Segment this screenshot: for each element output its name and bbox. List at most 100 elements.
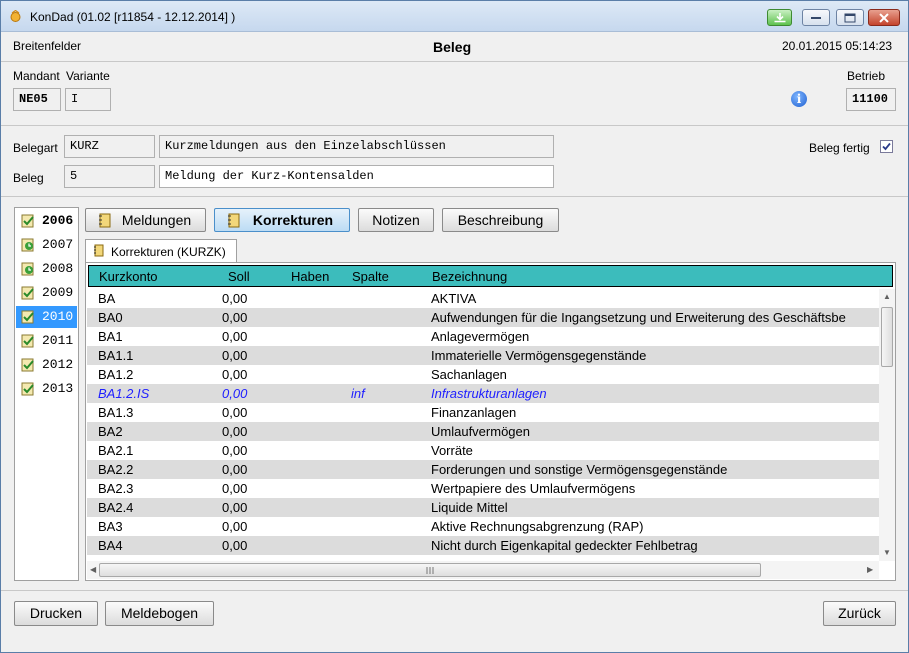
- tray-button[interactable]: [767, 9, 792, 26]
- betrieb-field: 11100: [846, 88, 896, 111]
- divider: [1, 61, 908, 62]
- table-row[interactable]: BA2 0,00 Umlaufvermögen: [87, 422, 879, 441]
- cell-bezeichnung: Vorräte: [431, 443, 473, 458]
- table-row[interactable]: BA2.4 0,00 Liquide Mittel: [87, 498, 879, 517]
- cell-bezeichnung: Finanzanlagen: [431, 405, 517, 420]
- table-header: Kurzkonto Soll Haben Spalte Bezeichnung: [88, 265, 893, 287]
- maximize-button[interactable]: [836, 9, 864, 26]
- tab-notizen[interactable]: Notizen: [358, 208, 434, 232]
- year-label: 2006: [42, 213, 74, 228]
- cell-bezeichnung: Sachanlagen: [431, 367, 507, 382]
- cell-soll: 0,00: [222, 443, 248, 458]
- tab-korrekturen[interactable]: Korrekturen: [214, 208, 350, 232]
- table-row[interactable]: BA1.3 0,00 Finanzanlagen: [87, 403, 879, 422]
- table-row[interactable]: BA0 0,00 Aufwendungen für die Ingangsetz…: [87, 308, 879, 327]
- col-bezeichnung[interactable]: Bezeichnung: [432, 269, 507, 284]
- table-row[interactable]: BA 0,00 AKTIVA: [87, 289, 879, 308]
- scroll-right-icon[interactable]: ▶: [867, 565, 873, 574]
- table-row[interactable]: BA2.1 0,00 Vorräte: [87, 441, 879, 460]
- cell-bezeichnung: Anlagevermögen: [431, 329, 530, 344]
- table-row[interactable]: BA1 0,00 Anlagevermögen: [87, 327, 879, 346]
- col-haben[interactable]: Haben: [291, 269, 329, 284]
- cell-soll: 0,00: [222, 481, 248, 496]
- info-icon[interactable]: i: [791, 91, 807, 107]
- cell-bezeichnung: Liquide Mittel: [431, 500, 508, 515]
- cell-soll: 0,00: [222, 405, 248, 420]
- tab-label: Beschreibung: [457, 212, 544, 228]
- cell-bezeichnung: Aufwendungen für die Ingangsetzung und E…: [431, 310, 846, 325]
- checkmark-icon: [882, 142, 891, 151]
- beleg-fertig-checkbox[interactable]: [880, 140, 893, 153]
- variante-label: Variante: [66, 69, 110, 83]
- cell-bezeichnung: Immaterielle Vermögensgegenstände: [431, 348, 647, 363]
- subtab-korrekturen-kurzk[interactable]: Korrekturen (KURZK): [85, 239, 237, 263]
- table-row[interactable]: BA3 0,00 Aktive Rechnungsabgrenzung (RAP…: [87, 517, 879, 536]
- horizontal-scrollbar[interactable]: ◀ ▶: [87, 561, 879, 579]
- zurueck-button[interactable]: Zurück: [823, 601, 896, 626]
- table-body: BA 0,00 AKTIVA BA0 0,00 Aufwendungen für…: [87, 289, 879, 561]
- table-row-highlighted[interactable]: BA1.2.IS 0,00 inf Infrastrukturanlagen: [87, 384, 879, 403]
- minimize-button[interactable]: [802, 9, 830, 26]
- close-icon: [879, 13, 889, 22]
- table-row[interactable]: BA1.1 0,00 Immaterielle Vermögensgegenst…: [87, 346, 879, 365]
- belegart-code-field: KURZ: [64, 135, 155, 158]
- drucken-button[interactable]: Drucken: [14, 601, 98, 626]
- cell-soll: 0,00: [222, 310, 248, 325]
- tab-meldungen[interactable]: Meldungen: [85, 208, 206, 232]
- col-kurzkonto[interactable]: Kurzkonto: [99, 269, 158, 284]
- mandant-field: NE05: [13, 88, 61, 111]
- divider: [1, 196, 908, 197]
- year-item-2006[interactable]: 2006: [16, 210, 77, 232]
- year-label: 2010: [42, 309, 74, 324]
- window-title: KonDad (01.02 [r11854 - 12.12.2014] ): [30, 10, 236, 24]
- user-name: Breitenfelder: [13, 39, 82, 53]
- cell-soll: 0,00: [222, 538, 248, 553]
- timestamp: 20.01.2015 05:14:23: [782, 39, 893, 53]
- year-item-2011[interactable]: 2011: [16, 330, 77, 352]
- doc-clock-icon: [21, 238, 34, 252]
- cell-bezeichnung: Wertpapiere des Umlaufvermögens: [431, 481, 636, 496]
- scroll-down-icon[interactable]: ▼: [883, 548, 891, 557]
- beleg-code-field: 5: [64, 165, 155, 188]
- year-item-2013[interactable]: 2013: [16, 378, 77, 400]
- cell-kurzkonto: BA1.2.IS: [98, 386, 150, 401]
- meldebogen-button[interactable]: Meldebogen: [105, 601, 214, 626]
- close-button[interactable]: [868, 9, 900, 26]
- belegart-text-field: Kurzmeldungen aus den Einzelabschlüssen: [159, 135, 554, 158]
- year-item-2007[interactable]: 2007: [16, 234, 77, 256]
- year-item-2009[interactable]: 2009: [16, 282, 77, 304]
- cell-kurzkonto: BA2.4: [98, 500, 134, 515]
- mandant-label: Mandant: [13, 69, 60, 83]
- scroll-left-icon[interactable]: ◀: [90, 565, 96, 574]
- year-item-2010[interactable]: 2010: [16, 306, 77, 328]
- doc-check-icon: [21, 382, 34, 396]
- scroll-up-icon[interactable]: ▲: [883, 292, 891, 301]
- doc-clock-icon: [21, 262, 34, 276]
- cell-kurzkonto: BA2.2: [98, 462, 134, 477]
- title-bar[interactable]: KonDad (01.02 [r11854 - 12.12.2014] ): [1, 1, 908, 32]
- horizontal-scroll-thumb[interactable]: [99, 563, 761, 577]
- cell-kurzkonto: BA3: [98, 519, 123, 534]
- year-item-2012[interactable]: 2012: [16, 354, 77, 376]
- beleg-text-field[interactable]: Meldung der Kurz-Kontensalden: [159, 165, 554, 188]
- cell-kurzkonto: BA2.3: [98, 481, 134, 496]
- table-row[interactable]: BA2.2 0,00 Forderungen und sonstige Verm…: [87, 460, 879, 479]
- table-row[interactable]: BA1.2 0,00 Sachanlagen: [87, 365, 879, 384]
- col-soll[interactable]: Soll: [228, 269, 250, 284]
- beleg-fertig-label: Beleg fertig: [809, 141, 870, 155]
- table-row[interactable]: BA4 0,00 Nicht durch Eigenkapital gedeck…: [87, 536, 879, 555]
- cell-kurzkonto: BA4: [98, 538, 123, 553]
- app-logo-icon: [10, 10, 21, 22]
- doc-check-icon: [21, 334, 34, 348]
- vertical-scrollbar[interactable]: ▲ ▼: [879, 289, 895, 561]
- col-spalte[interactable]: Spalte: [352, 269, 389, 284]
- tab-beschreibung[interactable]: Beschreibung: [442, 208, 559, 232]
- table-row[interactable]: BA2.3 0,00 Wertpapiere des Umlaufvermöge…: [87, 479, 879, 498]
- cell-bezeichnung: Aktive Rechnungsabgrenzung (RAP): [431, 519, 644, 534]
- doc-check-icon: [21, 214, 34, 228]
- cell-soll: 0,00: [222, 386, 248, 401]
- year-item-2008[interactable]: 2008: [16, 258, 77, 280]
- vertical-scroll-thumb[interactable]: [881, 307, 893, 367]
- cell-kurzkonto: BA1.3: [98, 405, 134, 420]
- cell-soll: 0,00: [222, 519, 248, 534]
